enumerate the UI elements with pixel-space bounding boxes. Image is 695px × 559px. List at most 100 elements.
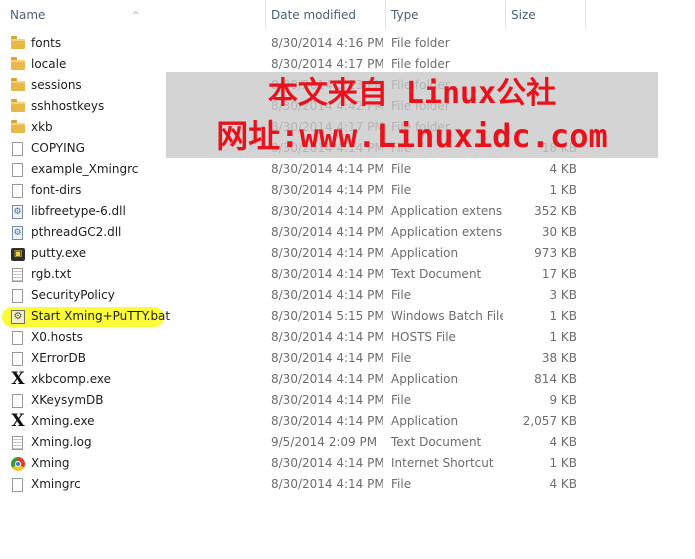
file-date-modified: 8/30/2014 4:14 PM xyxy=(271,372,383,386)
file-name: sshhostkeys xyxy=(31,99,105,113)
file-type: Text Document xyxy=(391,435,482,449)
file-name: pthreadGC2.dll xyxy=(31,225,122,239)
column-divider[interactable] xyxy=(585,0,586,30)
file-row[interactable]: XKeysymDB 8/30/2014 4:14 PM File 9 KB xyxy=(0,390,695,411)
file-row[interactable]: example_Xmingrc 8/30/2014 4:14 PM File 4 KB xyxy=(0,159,695,180)
file-type: File xyxy=(391,477,412,491)
column-header-type[interactable]: Type xyxy=(385,0,505,30)
file-date-modified: 8/30/2014 4:14 PM xyxy=(271,393,383,407)
file-date-modified: 8/30/2014 4:14 PM xyxy=(271,267,383,281)
file-row[interactable]: ⚙ pthreadGC2.dll 8/30/2014 4:14 PM Applicat… xyxy=(0,222,695,243)
file-date-modified: 8/30/2014 4:14 PM xyxy=(271,414,383,428)
file-name: xkbcomp.exe xyxy=(31,372,112,386)
file-date-modified: 8/30/2014 4:14 PM xyxy=(271,183,383,197)
file-size: 9 KB xyxy=(549,393,577,407)
file-name: Xming.log xyxy=(31,435,92,449)
folder-icon xyxy=(11,99,25,112)
column-header-date-label: Date modified xyxy=(271,8,357,22)
file-size: 30 KB xyxy=(541,225,577,239)
file-icon xyxy=(12,478,23,492)
file-date-modified: 8/30/2014 4:14 PM xyxy=(271,204,383,218)
file-name: Xmingrc xyxy=(31,477,81,491)
file-name: XErrorDB xyxy=(31,351,86,365)
file-row[interactable]: rgb.txt 8/30/2014 4:14 PM Text Document 17 … xyxy=(0,264,695,285)
file-name: X0.hosts xyxy=(31,330,83,344)
file-type: File folder xyxy=(391,120,450,134)
file-size: 973 KB xyxy=(534,246,577,260)
file-row[interactable]: COPYING 8/30/2014 4:14 PM File 18 KB xyxy=(0,138,695,159)
column-header-date[interactable]: Date modified xyxy=(265,0,385,30)
file-date-modified: 8/30/2014 4:14 PM xyxy=(271,477,383,491)
file-icon xyxy=(12,184,23,198)
file-row[interactable]: XErrorDB 8/30/2014 4:14 PM File 38 KB xyxy=(0,348,695,369)
file-row[interactable]: xkb 8/30/2014 4:17 PM File folder xyxy=(0,117,695,138)
column-header-name-label: Name xyxy=(10,8,46,22)
file-date-modified: 8/30/2014 4:17 PM xyxy=(271,120,383,134)
file-name: putty.exe xyxy=(31,246,87,260)
file-name: sessions xyxy=(31,78,82,92)
file-row[interactable]: fonts 8/30/2014 4:16 PM File folder xyxy=(0,33,695,54)
file-row[interactable]: locale 8/30/2014 4:17 PM File folder xyxy=(0,54,695,75)
text-doc-icon xyxy=(12,436,23,450)
file-size xyxy=(505,33,577,54)
file-row[interactable]: sshhostkeys 8/30/2014 4:42 PM File folder xyxy=(0,96,695,117)
file-type: Application xyxy=(391,246,459,260)
file-type: File folder xyxy=(391,36,450,50)
xming-x-icon: X xyxy=(11,369,25,389)
file-icon xyxy=(12,352,23,366)
file-size: 4 KB xyxy=(549,435,577,449)
file-type: File xyxy=(391,183,412,197)
file-name: font-dirs xyxy=(31,183,82,197)
file-name: rgb.txt xyxy=(31,267,72,281)
file-row[interactable]: ▣ putty.exe 8/30/2014 4:14 PM Application 97… xyxy=(0,243,695,264)
file-name: XKeysymDB xyxy=(31,393,104,407)
column-header-size[interactable]: Size xyxy=(505,0,585,30)
file-date-modified: 8/30/2014 4:14 PM xyxy=(271,225,383,239)
folder-icon xyxy=(11,78,25,91)
file-icon xyxy=(12,289,23,303)
file-icon xyxy=(12,331,23,345)
column-header-type-label: Type xyxy=(391,8,419,22)
file-row[interactable]: ⚙ libfreetype-6.dll 8/30/2014 4:14 PM Appli… xyxy=(0,201,695,222)
file-name: SecurityPolicy xyxy=(31,288,115,302)
file-row[interactable]: Xming.log 9/5/2014 2:09 PM Text Document 4 … xyxy=(0,432,695,453)
file-size: 4 KB xyxy=(549,477,577,491)
file-row[interactable]: sessions 8/30/2014 5:13 PM File folder xyxy=(0,75,695,96)
file-size: 352 KB xyxy=(534,204,577,218)
file-row[interactable]: X Xming.exe 8/30/2014 4:14 PM Application 2,… xyxy=(0,411,695,432)
file-size: 3 KB xyxy=(549,288,577,302)
file-date-modified: 8/30/2014 4:14 PM xyxy=(271,351,383,365)
file-row[interactable]: ⚙ Start Xming+PuTTY.bat 8/30/2014 5:15 PM W… xyxy=(0,306,695,327)
file-date-modified: 8/30/2014 4:14 PM xyxy=(271,330,383,344)
file-size: 4 KB xyxy=(549,162,577,176)
file-size: 1 KB xyxy=(549,330,577,344)
file-icon xyxy=(12,394,23,408)
file-type: Text Document xyxy=(391,267,482,281)
file-type: File folder xyxy=(391,99,450,113)
file-row[interactable]: font-dirs 8/30/2014 4:14 PM File 1 KB xyxy=(0,180,695,201)
file-name: Start Xming+PuTTY.bat xyxy=(31,309,171,323)
file-row[interactable]: Xming 8/30/2014 4:14 PM Internet Shortcut 1… xyxy=(0,453,695,474)
file-date-modified: 8/30/2014 4:14 PM xyxy=(271,456,383,470)
file-size: 2,057 KB xyxy=(522,414,577,428)
file-icon xyxy=(12,163,23,177)
file-date-modified: 8/30/2014 5:15 PM xyxy=(271,309,383,323)
folder-icon xyxy=(11,57,25,70)
file-size xyxy=(505,75,577,96)
file-row[interactable]: Xmingrc 8/30/2014 4:14 PM File 4 KB xyxy=(0,474,695,495)
file-date-modified: 8/30/2014 4:42 PM xyxy=(271,99,383,113)
file-type: File xyxy=(391,393,412,407)
file-type: Application extens... xyxy=(391,204,503,218)
file-type: Application xyxy=(391,372,459,386)
file-type: File xyxy=(391,162,412,176)
file-row[interactable]: Xxkbcomp.exe 8/30/2014 4:14 PM Application… xyxy=(0,369,695,390)
file-row[interactable]: SecurityPolicy 8/30/2014 4:14 PM File 3 KB xyxy=(0,285,695,306)
file-size: 18 KB xyxy=(541,141,577,155)
internet-shortcut-icon xyxy=(11,457,25,471)
file-name: Xming.exe xyxy=(31,414,95,428)
file-row[interactable]: X0.hosts 8/30/2014 4:14 PM HOSTS File 1 KB xyxy=(0,327,695,348)
file-name: Xming xyxy=(31,456,70,470)
file-size xyxy=(505,117,577,138)
dll-icon: ⚙ xyxy=(12,205,23,219)
column-header-name[interactable]: Name ^ xyxy=(4,0,266,30)
